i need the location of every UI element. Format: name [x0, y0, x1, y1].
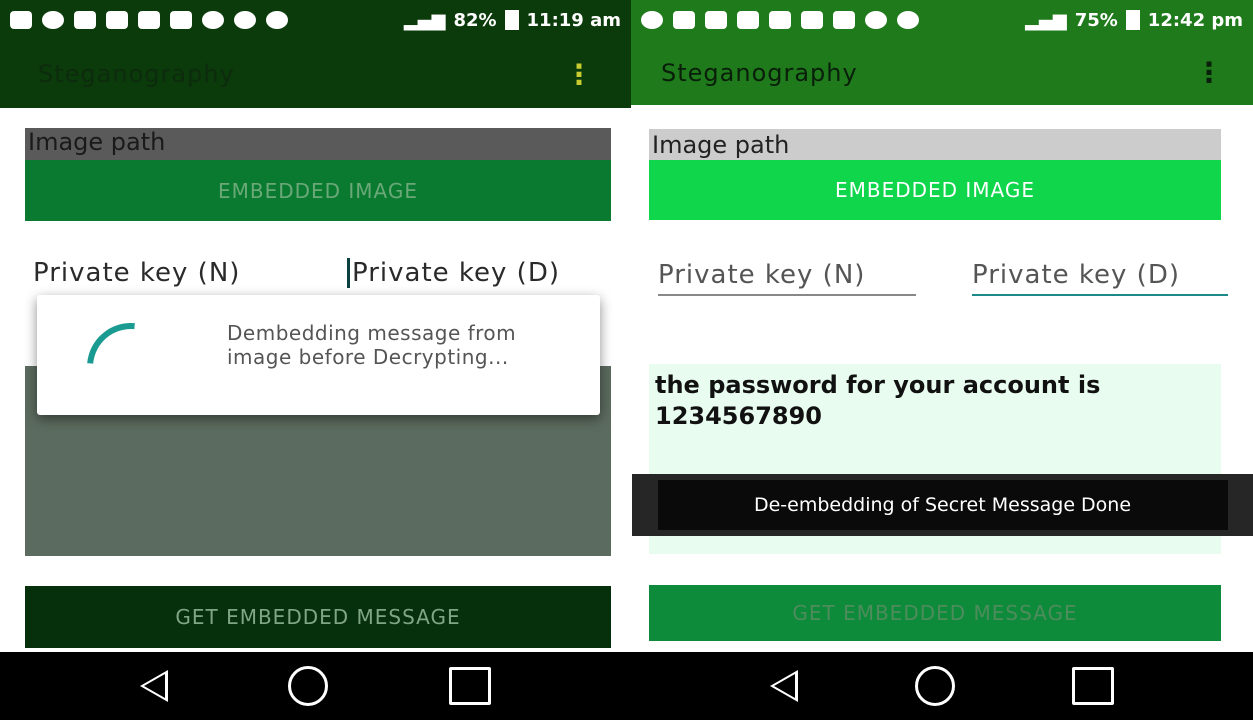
battery-percent: 82% — [453, 9, 497, 31]
message-icon — [769, 11, 791, 29]
toast-message: De-embedding of Secret Message Done — [657, 480, 1228, 530]
app-icon — [705, 11, 727, 29]
home-icon[interactable] — [288, 666, 329, 706]
dialog-message: Dembedding message from image before Dec… — [227, 321, 517, 369]
private-key-d-field[interactable]: Private key (D) — [972, 260, 1228, 296]
wifi-icon — [897, 11, 919, 29]
get-embedded-message-button[interactable]: GET EMBEDDED MESSAGE — [649, 585, 1221, 641]
app-title: Steganography — [661, 58, 858, 87]
progress-dialog: Dembedding message from image before Dec… — [37, 295, 600, 429]
alarm-icon — [234, 11, 256, 29]
spinner-icon — [69, 305, 193, 429]
whatsapp-icon — [641, 11, 663, 29]
nav-bar — [0, 652, 631, 720]
home-icon[interactable] — [914, 666, 955, 706]
app-bar: Steganography ⋮ — [0, 40, 631, 108]
private-key-d-field[interactable]: Private key (D) — [347, 258, 560, 288]
battery-icon — [1125, 10, 1140, 30]
left-screen: ▂▄▆ 82% 11:19 am Steganography ⋮ Image p… — [0, 0, 631, 720]
signal-icon: ▂▄▆ — [1025, 9, 1067, 31]
private-key-n-field[interactable]: Private key (N) — [658, 260, 916, 296]
recents-icon[interactable] — [1072, 667, 1115, 705]
back-icon[interactable] — [769, 670, 798, 702]
main-content: Image path EMBEDDED IMAGE Private key (N… — [631, 105, 1253, 652]
app-icon — [106, 11, 128, 29]
accessibility-icon — [42, 11, 64, 29]
battery-percent: 75% — [1074, 9, 1118, 31]
news-icon — [801, 11, 823, 29]
message-icon — [10, 11, 32, 29]
clock: 12:42 pm — [1147, 9, 1243, 31]
recents-icon[interactable] — [448, 667, 491, 705]
youtube-icon — [74, 11, 96, 29]
bible-icon — [138, 11, 160, 29]
embedded-image-button[interactable]: EMBEDDED IMAGE — [25, 160, 611, 221]
gallery-icon — [737, 11, 759, 29]
app-bar: Steganography ⋮ — [631, 40, 1253, 105]
toast: De-embedding of Secret Message Done — [632, 474, 1253, 536]
more-vert-icon[interactable]: ⋮ — [1195, 56, 1223, 89]
embedded-image-button[interactable]: EMBEDDED IMAGE — [649, 160, 1221, 220]
clock: 11:19 am — [526, 9, 621, 31]
app-title: Steganography — [38, 60, 235, 88]
private-key-n-field[interactable]: Private key (N) — [33, 258, 240, 288]
status-bar: ▂▄▆ 82% 11:19 am — [0, 0, 631, 40]
image-path-label: Image path — [649, 129, 1221, 161]
mute-icon — [202, 11, 224, 29]
status-bar: ▂▄▆ 75% 12:42 pm — [631, 0, 1253, 40]
signal-icon: ▂▄▆ — [403, 9, 446, 31]
back-icon[interactable] — [140, 670, 169, 702]
get-embedded-message-button[interactable]: GET EMBEDDED MESSAGE — [25, 586, 611, 648]
nfc-icon — [170, 11, 192, 29]
more-vert-icon[interactable]: ⋮ — [565, 58, 593, 91]
notification-icons — [641, 11, 1025, 29]
nav-bar — [631, 652, 1253, 720]
wifi-icon — [266, 11, 288, 29]
youtube-icon — [673, 11, 695, 29]
alarm-icon — [865, 11, 887, 29]
nfc-icon — [833, 11, 855, 29]
battery-icon — [504, 10, 519, 30]
right-screen: ▂▄▆ 75% 12:42 pm Steganography ⋮ Image p… — [631, 0, 1253, 720]
notification-icons — [10, 11, 404, 29]
